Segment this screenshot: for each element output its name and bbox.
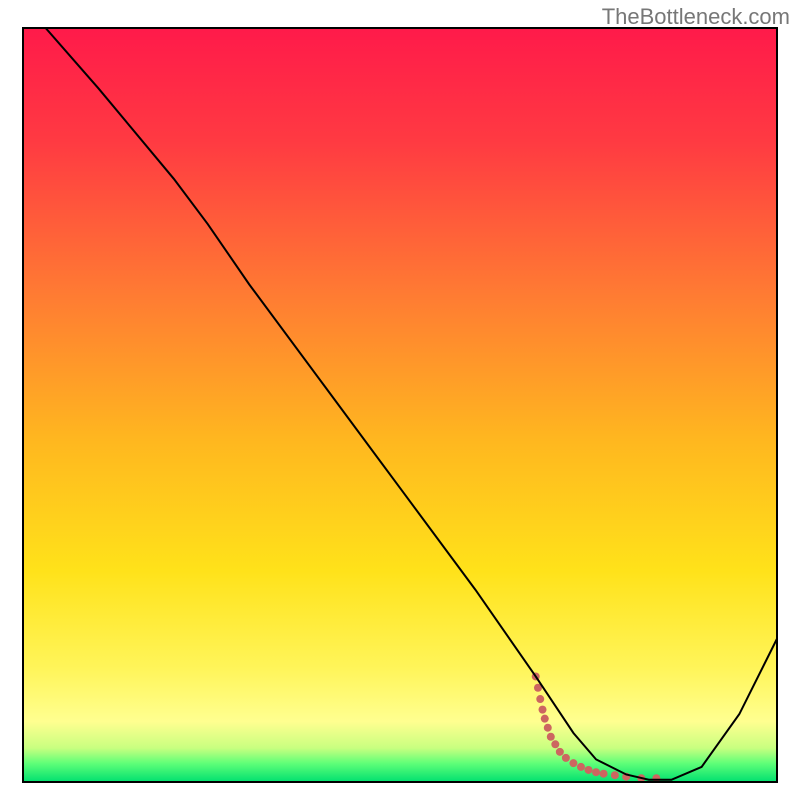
watermark-text: TheBottleneck.com [602,4,790,30]
highlight-marker [556,748,564,756]
highlight-marker [539,706,547,714]
highlight-marker [562,754,570,762]
chart-container: TheBottleneck.com [0,0,800,800]
highlight-marker [547,733,555,741]
bottleneck-chart [0,0,800,800]
highlight-marker [600,770,608,778]
highlight-marker [592,768,600,776]
highlight-marker [611,771,619,779]
highlight-marker [541,715,549,723]
highlight-marker [569,759,577,767]
highlight-marker [577,763,585,771]
highlight-marker [551,740,559,748]
highlight-marker [585,766,593,774]
highlight-marker [536,695,544,703]
highlight-marker [544,724,552,732]
gradient-background [23,28,777,782]
